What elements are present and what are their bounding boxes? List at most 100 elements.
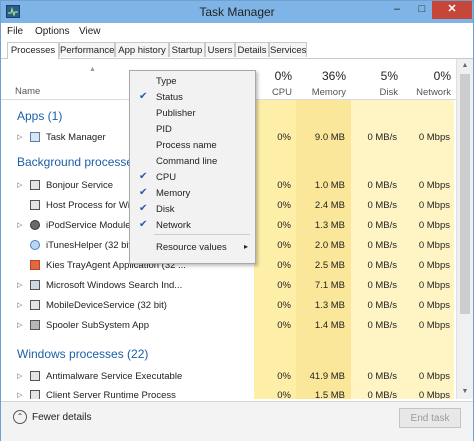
expand-icon[interactable]: ▷: [17, 181, 22, 189]
service-icon: [30, 371, 40, 381]
process-cpu: 0%: [277, 390, 291, 399]
context-menu-item-cpu[interactable]: ✔ CPU: [130, 170, 255, 186]
process-network: 0 Mbps: [418, 300, 450, 311]
process-cpu: 0%: [277, 320, 291, 331]
process-memory: 2.5 MB: [314, 260, 345, 271]
table-row[interactable]: ▷ Microsoft Windows Search Ind... 0% 7.1…: [1, 277, 454, 295]
process-network: 0 Mbps: [418, 240, 450, 251]
process-disk: 0 MB/s: [367, 280, 397, 291]
expand-icon[interactable]: ▷: [17, 391, 22, 399]
table-row[interactable]: ▷ Client Server Runtime Process 0% 1.5 M…: [1, 387, 454, 399]
context-menu-label: CPU: [156, 172, 177, 183]
tab-strip: Processes Performance App history Startu…: [1, 42, 473, 59]
process-network: 0 Mbps: [418, 180, 450, 191]
network-total: 0%: [433, 69, 451, 83]
column-header-cpu[interactable]: 0% CPU: [257, 69, 292, 98]
footer-bar: ⌃ Fewer details End task: [1, 401, 473, 441]
menu-options[interactable]: Options: [35, 26, 69, 37]
process-disk: 0 MB/s: [367, 300, 397, 311]
minimize-button[interactable]: –: [385, 1, 409, 19]
process-cpu: 0%: [277, 300, 291, 311]
expand-icon[interactable]: ▷: [17, 321, 22, 329]
scroll-down-icon[interactable]: ▼: [457, 385, 473, 399]
tab-services[interactable]: Services: [269, 42, 307, 57]
fewer-details-link[interactable]: Fewer details: [32, 412, 91, 423]
group-windows-processes[interactable]: Windows processes (22): [17, 347, 148, 361]
itunes-icon: [30, 240, 40, 250]
service-icon: [30, 180, 40, 190]
column-header-disk[interactable]: 5% Disk: [356, 69, 398, 98]
expand-icon[interactable]: ▷: [17, 221, 22, 229]
collapse-circle-icon[interactable]: ⌃: [13, 410, 27, 424]
column-header-memory[interactable]: 36% Memory: [301, 69, 346, 98]
context-menu-item-status[interactable]: ✔ Status: [130, 90, 255, 106]
scroll-up-icon[interactable]: ▲: [457, 59, 473, 73]
table-row[interactable]: ▷ MobileDeviceService (32 bit) 0% 1.3 MB…: [1, 297, 454, 315]
service-icon: [30, 300, 40, 310]
service-icon: [30, 200, 40, 210]
tab-details[interactable]: Details: [235, 42, 269, 57]
context-menu-item-network[interactable]: ✔ Network: [130, 218, 255, 234]
submenu-arrow-icon: ▸: [244, 242, 249, 251]
tab-startup[interactable]: Startup: [169, 42, 205, 57]
context-menu-item-disk[interactable]: ✔ Disk: [130, 202, 255, 218]
column-header-name[interactable]: Name: [15, 86, 40, 97]
memory-total: 36%: [321, 69, 346, 83]
checkmark-icon: ✔: [139, 91, 148, 102]
close-button[interactable]: ✕: [432, 1, 472, 19]
process-cpu: 0%: [277, 240, 291, 251]
title-bar[interactable]: Task Manager – □ ✕: [1, 1, 473, 23]
context-menu-item-memory[interactable]: ✔ Memory: [130, 186, 255, 202]
context-menu-item-process-name[interactable]: Process name: [130, 138, 255, 154]
vertical-scrollbar[interactable]: ▲ ▼: [456, 59, 473, 399]
process-cpu: 0%: [277, 280, 291, 291]
expand-icon[interactable]: ▷: [17, 133, 22, 141]
table-row[interactable]: ▷ Spooler SubSystem App 0% 1.4 MB 0 MB/s…: [1, 317, 454, 335]
kies-icon: [30, 260, 40, 270]
cpu-total: 0%: [274, 69, 292, 83]
context-menu-item-publisher[interactable]: Publisher: [130, 106, 255, 122]
context-menu-label: Memory: [156, 188, 191, 199]
task-manager-window: Task Manager – □ ✕ File Options View Pro…: [0, 0, 474, 441]
context-menu-separator: [154, 234, 250, 235]
process-memory: 2.4 MB: [314, 200, 345, 211]
process-cpu: 0%: [277, 200, 291, 211]
process-network: 0 Mbps: [418, 390, 450, 399]
service-icon: [30, 390, 40, 399]
process-name: Antimalware Service Executable: [46, 371, 183, 382]
context-menu-item-resource-values[interactable]: Resource values ▸: [130, 240, 255, 256]
process-disk: 0 MB/s: [367, 132, 397, 143]
expand-icon[interactable]: ▷: [17, 372, 22, 380]
tab-app-history[interactable]: App history: [115, 42, 169, 57]
context-menu-item-command-line[interactable]: Command line: [130, 154, 255, 170]
process-memory: 1.4 MB: [314, 320, 345, 331]
menu-bar: File Options View: [1, 25, 473, 39]
expand-icon[interactable]: ▷: [17, 281, 22, 289]
process-disk: 0 MB/s: [367, 390, 397, 399]
expand-icon[interactable]: ▷: [17, 301, 22, 309]
context-menu-label: Resource values: [156, 242, 227, 253]
tab-users[interactable]: Users: [205, 42, 235, 57]
ipod-icon: [30, 220, 40, 230]
scrollbar-thumb[interactable]: [460, 74, 470, 314]
menu-file[interactable]: File: [7, 26, 23, 37]
process-memory: 7.1 MB: [314, 280, 345, 291]
column-header-network[interactable]: 0% Network: [409, 69, 451, 98]
end-task-button[interactable]: End task: [399, 408, 461, 428]
context-menu-item-type[interactable]: Type: [130, 74, 255, 90]
tab-performance[interactable]: Performance: [59, 42, 115, 57]
group-background-processes[interactable]: Background processes: [17, 155, 139, 169]
group-apps[interactable]: Apps (1): [17, 109, 62, 123]
process-memory: 41.9 MB: [309, 371, 345, 382]
tab-processes[interactable]: Processes: [7, 42, 59, 59]
process-network: 0 Mbps: [418, 280, 450, 291]
table-row[interactable]: ▷ Antimalware Service Executable 0% 41.9…: [1, 368, 454, 386]
context-menu-label: Status: [156, 92, 183, 103]
process-memory: 1.0 MB: [314, 180, 345, 191]
process-cpu: 0%: [277, 180, 291, 191]
context-menu-item-pid[interactable]: PID: [130, 122, 255, 138]
context-menu-label: PID: [156, 124, 172, 135]
menu-view[interactable]: View: [79, 26, 101, 37]
disk-label: Disk: [379, 87, 398, 98]
maximize-button[interactable]: □: [410, 1, 434, 19]
